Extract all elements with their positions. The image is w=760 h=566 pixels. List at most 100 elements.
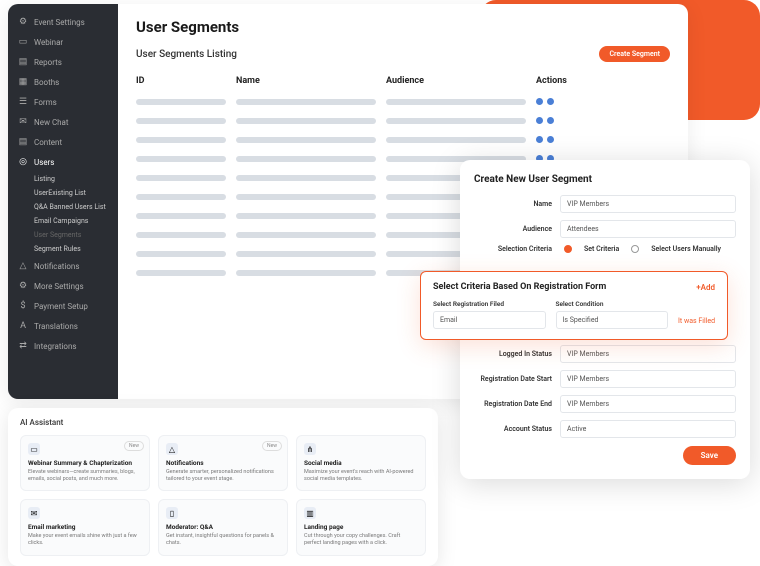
- ai-card-social-media[interactable]: ⋔Social mediaMaximize your event's reach…: [296, 435, 426, 491]
- ai-card-desc: Make your event emails shine with just a…: [28, 533, 142, 547]
- page-title: User Segments: [136, 18, 670, 36]
- action-dot[interactable]: [536, 136, 543, 143]
- radio-set-criteria[interactable]: [564, 245, 572, 253]
- radio-select-manually[interactable]: [631, 245, 639, 253]
- sidebar-icon: A: [18, 321, 28, 331]
- new-badge: New: [262, 441, 282, 451]
- sidebar-sub-listing[interactable]: Listing: [34, 172, 118, 186]
- sidebar-item-payment-setup[interactable]: $Payment Setup: [8, 296, 118, 316]
- sidebar-item-label: More Settings: [34, 282, 84, 291]
- sidebar-item-webinar[interactable]: ▭Webinar: [8, 32, 118, 52]
- ai-card-email-marketing[interactable]: ✉Email marketingMake your event emails s…: [20, 499, 150, 555]
- sidebar-item-more-settings[interactable]: ⚙ More Settings: [8, 276, 118, 296]
- ai-card-title: Notifications: [166, 459, 280, 467]
- condition-select[interactable]: Is Specified: [556, 311, 669, 329]
- logged-input[interactable]: [560, 345, 736, 363]
- sidebar-sub-user-segments[interactable]: User Segments: [34, 228, 118, 242]
- sidebar-item-notifications[interactable]: △Notifications: [8, 256, 118, 276]
- cell-id: [136, 251, 226, 257]
- sidebar-item-new-chat[interactable]: ✉New Chat: [8, 112, 118, 132]
- start-label: Registration Date Start: [474, 375, 552, 383]
- ai-card-title: Social media: [304, 459, 418, 467]
- cell-name: [236, 251, 376, 257]
- sidebar-item-users[interactable]: ◎ Users: [8, 152, 118, 172]
- sidebar-icon: $: [18, 301, 28, 311]
- sidebar-icon: ▤: [18, 57, 28, 67]
- sidebar-item-event-settings[interactable]: ⚙ Event Settings: [8, 12, 118, 32]
- criteria-popup: Select Criteria Based On Registration Fo…: [420, 271, 728, 340]
- sidebar-icon: ✉: [18, 117, 28, 127]
- ai-card-icon: ✉: [28, 507, 40, 519]
- cell-name: [236, 270, 376, 276]
- ai-card-desc: Cut through your copy challenges. Craft …: [304, 533, 418, 547]
- sidebar-item-label: Translations: [34, 322, 78, 331]
- sidebar-item-forms[interactable]: ☰Forms: [8, 92, 118, 112]
- add-criteria-button[interactable]: +Add: [696, 283, 715, 292]
- sidebar-item-label: Users: [34, 158, 54, 167]
- cell-name: [236, 213, 376, 219]
- sidebar-item-translations[interactable]: A Translations: [8, 316, 118, 336]
- action-dot[interactable]: [547, 117, 554, 124]
- sidebar-icon: △: [18, 261, 28, 271]
- sidebar-item-content[interactable]: ▤Content: [8, 132, 118, 152]
- cell-name: [236, 118, 376, 124]
- save-button[interactable]: Save: [683, 446, 736, 465]
- name-input[interactable]: [560, 195, 736, 213]
- ai-card-icon: ▥: [304, 507, 316, 519]
- table-row: [136, 92, 670, 111]
- table-row: [136, 111, 670, 130]
- end-input[interactable]: [560, 395, 736, 413]
- account-input[interactable]: [560, 420, 736, 438]
- cell-id: [136, 156, 226, 162]
- action-dot[interactable]: [536, 98, 543, 105]
- ai-card-title: Landing page: [304, 523, 418, 531]
- action-dot[interactable]: [536, 117, 543, 124]
- sidebar-icon: ▤: [18, 137, 28, 147]
- cell-id: [136, 194, 226, 200]
- sidebar-icon: ⚙: [18, 17, 28, 27]
- sidebar-icon: ☰: [18, 97, 28, 107]
- logged-label: Logged In Status: [474, 350, 552, 358]
- ai-title: AI Assistant: [20, 418, 426, 427]
- name-label: Name: [474, 200, 552, 208]
- cell-id: [136, 175, 226, 181]
- reg-field-select[interactable]: Email: [433, 311, 546, 329]
- cell-audience: [386, 99, 526, 105]
- action-dot[interactable]: [547, 136, 554, 143]
- cell-name: [236, 137, 376, 143]
- create-segment-button[interactable]: Create Segment: [599, 46, 670, 62]
- col-actions: Actions: [536, 76, 626, 86]
- sidebar-sub-email-campaigns[interactable]: Email Campaigns: [34, 214, 118, 228]
- sidebar-item-integrations[interactable]: ⇄Integrations: [8, 336, 118, 356]
- ai-card-icon: ▯: [166, 507, 178, 519]
- sidebar-icon: ⚙: [18, 281, 28, 291]
- sidebar-item-label: Booths: [34, 78, 59, 87]
- ai-card-webinar-summary-chapterization[interactable]: New▭Webinar Summary & ChapterizationElev…: [20, 435, 150, 491]
- users-icon: ◎: [18, 157, 28, 167]
- cell-id: [136, 99, 226, 105]
- cell-id: [136, 232, 226, 238]
- ai-card-moderator-q-a[interactable]: ▯Moderator: Q&AGet instant, insightful q…: [158, 499, 288, 555]
- start-input[interactable]: [560, 370, 736, 388]
- account-label: Account Status: [474, 425, 552, 433]
- sidebar-sub-userexisting-list[interactable]: UserExisting List: [34, 186, 118, 200]
- ai-card-notifications[interactable]: New△NotificationsGenerate smarter, perso…: [158, 435, 288, 491]
- audience-input[interactable]: [560, 220, 736, 238]
- cell-audience: [386, 137, 526, 143]
- sidebar-item-booths[interactable]: ▦Booths: [8, 72, 118, 92]
- col-name: Name: [236, 76, 376, 86]
- action-dot[interactable]: [547, 98, 554, 105]
- sidebar-item-label: Reports: [34, 58, 62, 67]
- sidebar-item-reports[interactable]: ▤ Reports: [8, 52, 118, 72]
- sidebar-sub-q-a-banned-users-list[interactable]: Q&A Banned Users List: [34, 200, 118, 214]
- sidebar-item-label: Event Settings: [34, 18, 85, 27]
- cell-id: [136, 270, 226, 276]
- ai-card-desc: Elevate webinars—create summaries, blogs…: [28, 469, 142, 483]
- radio-set-criteria-label: Set Criteria: [584, 245, 619, 253]
- sidebar-sub-segment-rules[interactable]: Segment Rules: [34, 242, 118, 256]
- ai-card-landing-page[interactable]: ▥ Landing page Cut through your copy chall…: [296, 499, 426, 555]
- ai-card-title: Webinar Summary & Chapterization: [28, 459, 142, 467]
- criteria-label: Selection Criteria: [474, 245, 552, 253]
- ai-card-icon: ⋔: [304, 443, 316, 455]
- col-id: ID: [136, 76, 226, 86]
